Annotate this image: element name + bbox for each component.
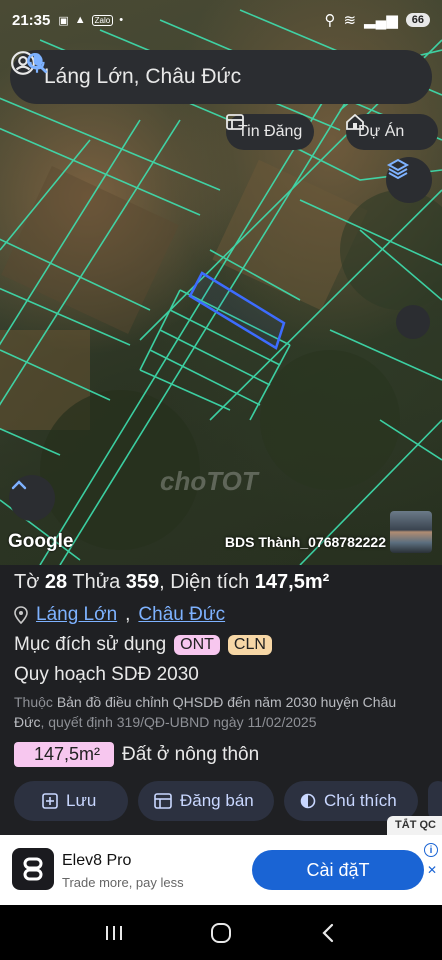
post-icon: [154, 793, 172, 809]
plan-label: Quy hoạch SDĐ 2030: [14, 664, 199, 685]
house-icon: [346, 114, 364, 130]
layers-button[interactable]: [386, 157, 432, 203]
purpose-label: Mục đích sử dụng: [14, 634, 167, 655]
install-button[interactable]: Cài đặT: [252, 850, 424, 890]
tag-ont[interactable]: ONT: [174, 635, 220, 655]
google-logo: Google: [8, 531, 74, 552]
area-pill: 147,5m²: [14, 742, 115, 767]
system-nav-bar: [0, 905, 442, 960]
parcel-title: Tờ 28 Thửa 359, Diện tích 147,5m²: [14, 571, 329, 594]
action-bar: Lưu Đăng bán Chú thích: [14, 781, 442, 821]
status-bar: 21:35 ▣ ▲ Zalo • ⚲ ≋ ▂▄▆ 66: [0, 0, 442, 40]
sell-button[interactable]: Đăng bán: [138, 781, 274, 821]
purpose-row: Mục đích sử dụng ONT CLN: [14, 634, 272, 656]
status-right: ⚲ ≋ ▂▄▆ 66: [324, 11, 430, 29]
elev8-logo-icon: [23, 857, 43, 881]
app-logo: [12, 848, 54, 890]
ward-link[interactable]: Láng Lớn: [36, 604, 117, 626]
legend-button[interactable]: Chú thích: [284, 781, 418, 821]
map-view[interactable]: choTOT 21:35 ▣ ▲ Zalo • ⚲ ≋ ▂▄▆ 66 Láng …: [0, 0, 442, 565]
search-query[interactable]: Láng Lớn, Châu Đức: [44, 65, 418, 89]
contrast-icon: [300, 793, 316, 809]
ad-close-button[interactable]: TẮT QC: [387, 816, 442, 836]
plan-note: Thuộc Bản đồ điều chỉnh QHSDĐ đến năm 20…: [14, 692, 430, 732]
note-suffix: , quyết định 319/QĐ-UBND ngày 11/02/2025: [40, 714, 317, 730]
land-type: Đất ở nông thôn: [122, 743, 260, 765]
layers-icon: [386, 158, 410, 180]
wifi-icon: ≋: [343, 12, 357, 29]
home-button[interactable]: [201, 918, 241, 948]
projects-label: Dự Án: [358, 123, 405, 140]
listings-chip[interactable]: Tin Đăng: [226, 114, 315, 150]
note-prefix: Thuộc: [14, 694, 53, 710]
projects-chip[interactable]: Dự Án: [346, 114, 438, 150]
parcel-info-panel: Tờ 28 Thửa 359, Diện tích 147,5m² Láng L…: [0, 565, 442, 835]
listings-icon: [226, 114, 244, 130]
search-bar[interactable]: Láng Lớn, Châu Đức: [10, 50, 432, 104]
more-button[interactable]: [428, 781, 442, 821]
area-row: 147,5m² Đất ở nông thôn: [14, 742, 259, 767]
ad-banner[interactable]: Elev8 Pro Trade more, pay less Cài đặT i…: [0, 835, 442, 905]
battery-indicator: 66: [405, 13, 430, 27]
recents-icon: [105, 925, 122, 940]
plot-label: Thửa: [72, 571, 121, 593]
warning-icon: ▲: [74, 14, 86, 26]
home-icon: [210, 922, 231, 943]
area-value: 147,5m²: [254, 571, 330, 593]
plot-number: 359: [125, 571, 160, 593]
chevron-up-icon: [11, 480, 27, 490]
area-label: Diện tích: [170, 571, 250, 593]
tag-cln[interactable]: CLN: [227, 635, 272, 655]
sheet-label: Tờ: [14, 571, 40, 593]
save-label: Lưu: [66, 791, 97, 810]
listings-label: Tin Đăng: [238, 123, 303, 140]
location-row: Láng Lớn, Châu Đức: [14, 604, 225, 626]
back-button[interactable]: [308, 918, 348, 948]
status-notifications: ▣ ▲ Zalo •: [58, 14, 123, 27]
loc-comma: ,: [125, 604, 131, 625]
location-pin-icon: [14, 606, 28, 624]
recent-apps-button[interactable]: [94, 918, 134, 948]
owner-avatar[interactable]: [390, 511, 432, 553]
gallery-icon: ▣: [58, 14, 69, 27]
status-time: 21:35: [12, 11, 51, 29]
back-icon: [322, 923, 334, 942]
expand-button[interactable]: [9, 475, 55, 521]
ad-info-icon[interactable]: i: [424, 843, 438, 857]
ad-app-name: Elev8 Pro: [62, 852, 132, 869]
sell-label: Đăng bán: [180, 791, 254, 810]
signal-icon: ▂▄▆: [364, 12, 398, 29]
legend-label: Chú thích: [324, 791, 397, 810]
ad-close-icon[interactable]: ✕: [427, 863, 437, 877]
ad-tagline: Trade more, pay less: [62, 875, 184, 890]
owner-name[interactable]: BDS Thành_0768782222: [225, 534, 386, 550]
zalo-icon: Zalo: [91, 14, 114, 26]
dot-icon: •: [119, 14, 124, 26]
sheet-number: 28: [44, 571, 68, 593]
bookmark-add-icon: [42, 793, 58, 809]
map-dot-button[interactable]: [396, 305, 430, 339]
location-icon: ⚲: [324, 12, 336, 29]
microphone-icon[interactable]: [24, 50, 50, 76]
district-link[interactable]: Châu Đức: [138, 604, 225, 626]
comma: ,: [159, 571, 165, 593]
watermark: choTOT: [160, 466, 258, 496]
save-button[interactable]: Lưu: [14, 781, 128, 821]
